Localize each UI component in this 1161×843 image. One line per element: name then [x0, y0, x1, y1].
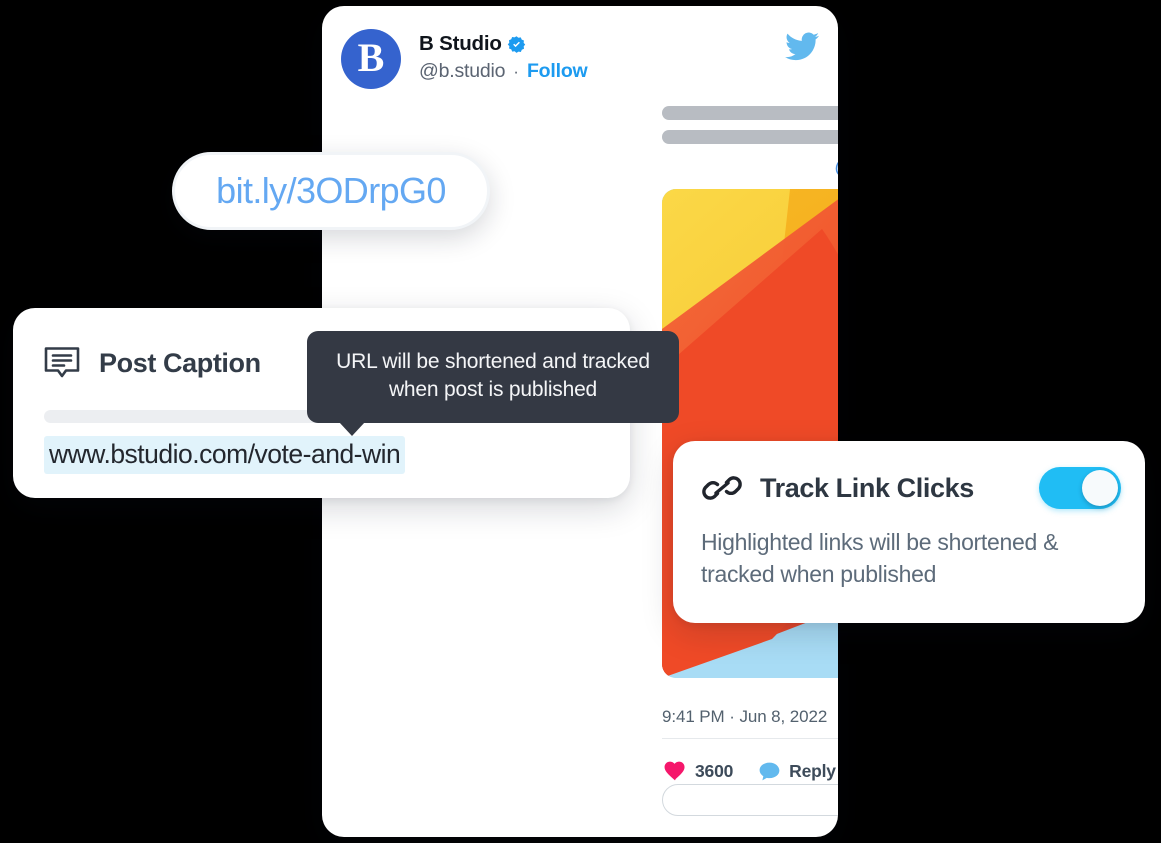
track-link-title: Track Link Clicks — [760, 472, 974, 503]
like-count: 3600 — [695, 760, 734, 781]
track-link-toggle[interactable] — [1039, 467, 1121, 509]
track-link-clicks-card: Track Link Clicks Highlighted links will… — [673, 441, 1145, 623]
handle-separator: · — [513, 61, 519, 81]
url-shortening-tooltip: URL will be shortened and tracked when p… — [307, 331, 679, 436]
caption-placeholder-line-1 — [662, 106, 838, 120]
mention-placeholder: @ — [834, 156, 838, 178]
avatar-letter: B — [357, 35, 385, 80]
tooltip-arrow — [339, 421, 365, 436]
toggle-knob — [1082, 470, 1118, 506]
reply-action[interactable]: Reply — [759, 761, 836, 782]
tooltip-line-1: URL will be shortened and tracked — [336, 350, 650, 373]
track-description-line-1: Highlighted links will be shortened — [701, 529, 1037, 555]
time-value: 9:41 PM — [662, 707, 725, 726]
display-name: B Studio — [419, 32, 502, 55]
caption-placeholder-line-2 — [662, 130, 838, 144]
meta-separator: · — [729, 707, 735, 726]
post-caption-icon — [44, 347, 80, 378]
account-handle: @b.studio — [419, 60, 506, 82]
footer-divider — [662, 738, 838, 739]
post-caption-header: Post Caption — [42, 344, 261, 382]
track-link-header: Track Link Clicks — [701, 467, 1121, 509]
verified-badge-icon — [507, 35, 525, 53]
shortened-url-pill[interactable]: bit.ly/3ODrpG0 — [172, 152, 490, 230]
reply-bubble-icon — [759, 762, 780, 780]
shortened-url-text: bit.ly/3ODrpG0 — [216, 170, 446, 211]
date-value: Jun 8, 2022 — [739, 707, 828, 726]
heart-icon — [664, 761, 685, 781]
account-handle-row: @b.studio · Follow — [419, 60, 588, 83]
like-action[interactable]: 3600 — [664, 761, 733, 782]
at-symbol-icon: @ — [834, 156, 838, 178]
account-name-row: B Studio — [419, 32, 526, 56]
caption-url-text[interactable]: www.bstudio.com/vote-and-win — [44, 436, 406, 474]
mentions-hashtags-row: @ # # — [834, 156, 838, 178]
post-caption-title: Post Caption — [99, 347, 261, 378]
tweet-meta-row: 9:41 PM · Jun 8, 2022 — [662, 706, 838, 728]
read-replies-button[interactable]: Read 5 replies — [662, 784, 838, 816]
follow-button[interactable]: Follow — [527, 60, 588, 83]
chain-link-icon — [702, 476, 742, 500]
twitter-bird-icon — [785, 32, 819, 61]
reply-label: Reply — [789, 760, 836, 781]
track-link-description: Highlighted links will be shortened & tr… — [701, 527, 1119, 590]
tweet-header: B B Studio @b.studio · Follow — [341, 28, 819, 94]
avatar[interactable]: B — [341, 29, 401, 89]
tweet-timestamp: 9:41 PM · Jun 8, 2022 — [662, 707, 827, 727]
tooltip-line-2: when post is published — [388, 378, 598, 402]
